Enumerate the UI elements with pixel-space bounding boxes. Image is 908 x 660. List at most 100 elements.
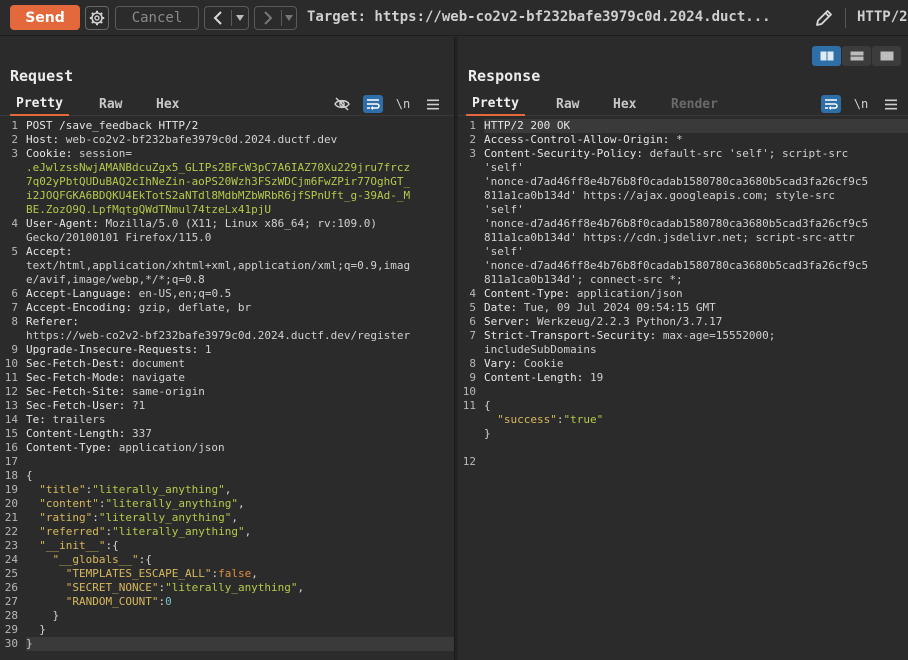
code-token: , bbox=[224, 483, 232, 496]
code-token: Gecko/20100101 Firefox/115.0 bbox=[26, 231, 212, 244]
line-content: BE.ZozO9Q.LpfMqtgQWdTNmul74tzeLx41pjU bbox=[26, 203, 454, 217]
line-number: 15 bbox=[4, 427, 18, 440]
tab-raw[interactable]: Raw bbox=[550, 92, 585, 116]
code-line: 9 Content-Length: 19 bbox=[458, 371, 908, 385]
code-line: 4 Content-Type: application/json bbox=[458, 287, 908, 301]
code-token: , bbox=[251, 567, 258, 580]
edit-target-button[interactable] bbox=[812, 7, 836, 29]
request-editor[interactable]: 1 POST /save_feedback HTTP/2 2 Host: web-co… bbox=[0, 119, 454, 651]
line-number: 24 bbox=[4, 553, 18, 566]
line-content bbox=[484, 441, 908, 455]
code-token: navigate bbox=[131, 371, 185, 384]
code-token: "success" bbox=[497, 413, 557, 426]
line-number: 19 bbox=[4, 483, 18, 496]
line-content: } bbox=[26, 637, 454, 651]
http-version-selector[interactable]: HTTP/2 bbox=[857, 9, 908, 25]
panel-menu-button[interactable] bbox=[423, 95, 443, 113]
code-line: 2 Access-Control-Allow-Origin: * bbox=[458, 133, 908, 147]
line-content: 7q02yPbtQUDuBAQ2cIhNeZin-aoPS20Wzh3FSzWD… bbox=[26, 175, 454, 189]
code-token: session= bbox=[78, 147, 132, 160]
line-content: i2JOQFGKA6BDQKU4EkTotS2aNTdl8MdbMZbWRbR6… bbox=[26, 189, 454, 203]
tab-hex[interactable]: Hex bbox=[150, 92, 185, 116]
forward-button[interactable] bbox=[255, 11, 281, 25]
back-button[interactable] bbox=[205, 11, 231, 25]
forward-button-group[interactable] bbox=[254, 6, 297, 30]
line-content: includeSubDomains bbox=[484, 343, 908, 357]
tab-raw[interactable]: Raw bbox=[93, 92, 128, 116]
code-token: 'nonce-d7ad46ff8e4b76b8f0cadab1580780ca3… bbox=[484, 217, 869, 230]
code-token: Host: bbox=[26, 133, 66, 146]
code-token: Content-Length: bbox=[484, 371, 590, 384]
hide-nonprintable-button[interactable] bbox=[332, 95, 352, 113]
line-number: 14 bbox=[4, 413, 18, 426]
line-number: 9 bbox=[11, 343, 18, 356]
word-wrap-toggle[interactable] bbox=[821, 95, 841, 113]
send-button[interactable]: Send bbox=[10, 5, 80, 30]
tab-hex[interactable]: Hex bbox=[607, 92, 642, 116]
tab-pretty[interactable]: Pretty bbox=[10, 92, 69, 116]
line-content: { bbox=[26, 469, 454, 483]
code-token: 'self' bbox=[484, 203, 524, 216]
cancel-button[interactable]: Cancel bbox=[115, 6, 199, 30]
back-history-dropdown[interactable] bbox=[232, 15, 248, 21]
code-token: Accept: bbox=[26, 245, 79, 258]
code-line: 'self' bbox=[458, 161, 908, 175]
code-token: ?1 bbox=[131, 399, 146, 412]
code-token: Werkzeug/2.2.3 Python/3.7.17 bbox=[536, 315, 723, 328]
code-line: 30} bbox=[0, 637, 454, 651]
code-token: "RANDOM_COUNT" bbox=[65, 595, 159, 608]
line-number bbox=[0, 203, 26, 217]
line-content: Referer: bbox=[26, 315, 454, 329]
word-wrap-toggle[interactable] bbox=[363, 95, 383, 113]
tab-pretty[interactable]: Pretty bbox=[466, 92, 525, 116]
settings-button[interactable] bbox=[85, 6, 109, 30]
code-line: 8 Referer: bbox=[0, 315, 454, 329]
line-number: 10 bbox=[462, 385, 476, 398]
target-url: Target: https://web-co2v2-bf232bafe3979c… bbox=[307, 9, 771, 25]
line-number: 1 bbox=[11, 119, 18, 132]
code-token: Content-Type: bbox=[26, 441, 119, 454]
request-tabs: Pretty Raw Hex \n bbox=[0, 92, 454, 116]
code-line: 'self' bbox=[458, 245, 908, 259]
line-number: 13 bbox=[4, 399, 18, 412]
code-line: 13 Sec-Fetch-User: ?1 bbox=[0, 399, 454, 413]
back-button-group[interactable] bbox=[204, 6, 249, 30]
line-content: } bbox=[26, 623, 454, 637]
code-token: "true" bbox=[563, 413, 604, 426]
show-newlines-toggle[interactable]: \n bbox=[393, 95, 413, 113]
line-content: 811a1ca0b134d' https://cdn.jsdelivr.net;… bbox=[484, 231, 908, 245]
line-number: 30 bbox=[4, 637, 18, 650]
tab-render[interactable]: Render bbox=[665, 92, 724, 116]
forward-history-dropdown[interactable] bbox=[282, 15, 296, 21]
code-token: "content" bbox=[39, 497, 99, 510]
code-line: 1 HTTP/2 200 OK bbox=[458, 119, 908, 133]
code-token: } bbox=[484, 427, 491, 440]
code-line: 'nonce-d7ad46ff8e4b76b8f0cadab1580780ca3… bbox=[458, 259, 908, 273]
code-token: User-Agent: bbox=[26, 217, 106, 230]
code-line: "success":"true" bbox=[458, 413, 908, 427]
line-content: Server: Werkzeug/2.2.3 Python/3.7.17 bbox=[484, 315, 908, 329]
line-number: 26 bbox=[4, 581, 18, 594]
line-content: "referred":"literally_anything", bbox=[26, 525, 454, 539]
line-content: Content-Length: 337 bbox=[26, 427, 454, 441]
line-number bbox=[458, 441, 484, 455]
code-token: 0 bbox=[165, 595, 172, 608]
toolbar: Send Cancel Target: https://web-co2v2-bf… bbox=[0, 0, 908, 36]
line-content: 'self' bbox=[484, 203, 908, 217]
line-number: 21 bbox=[4, 511, 18, 524]
line-number: 22 bbox=[4, 525, 18, 538]
code-line: 12 bbox=[458, 455, 908, 469]
code-token: 'self' bbox=[484, 245, 524, 258]
code-line: i2JOQFGKA6BDQKU4EkTotS2aNTdl8MdbMZbWRbR6… bbox=[0, 189, 454, 203]
line-content: "__globals__":{ bbox=[26, 553, 454, 567]
show-newlines-toggle[interactable]: \n bbox=[851, 95, 871, 113]
code-token: 337 bbox=[131, 427, 152, 440]
line-number bbox=[0, 231, 26, 245]
code-token: Strict-Transport-Security: bbox=[484, 329, 663, 342]
code-token: "__init__" bbox=[39, 539, 106, 552]
panel-menu-button[interactable] bbox=[881, 95, 901, 113]
response-editor[interactable]: 1 HTTP/2 200 OK 2 Access-Control-Allow-Orig… bbox=[458, 119, 908, 469]
